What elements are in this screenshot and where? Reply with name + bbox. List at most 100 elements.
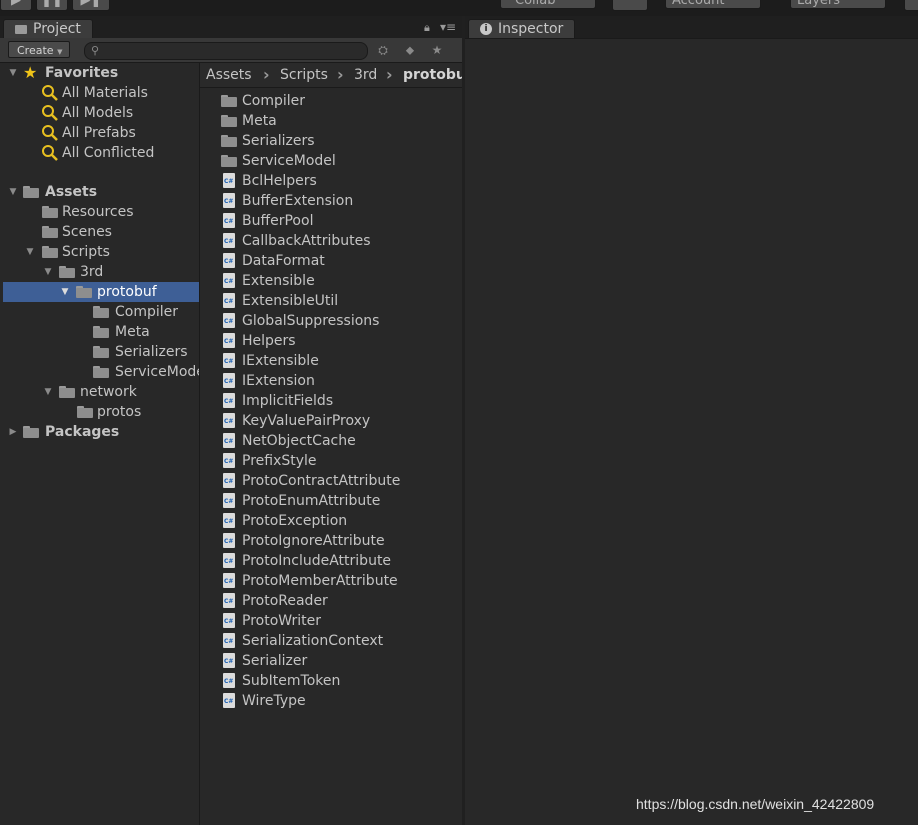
list-item-script[interactable]: IExtensible <box>200 351 462 371</box>
list-item-script[interactable]: BufferPool <box>200 211 462 231</box>
tree-item-scenes[interactable]: Scenes <box>0 222 199 242</box>
tree-item-resources[interactable]: Resources <box>0 202 199 222</box>
search-input[interactable]: ⚲ <box>84 42 368 60</box>
list-item-folder[interactable]: Serializers <box>200 131 462 151</box>
list-item-script[interactable]: ProtoReader <box>200 591 462 611</box>
expand-arrow-icon[interactable]: ▼ <box>60 282 70 302</box>
list-item-folder[interactable]: ServiceModel <box>200 151 462 171</box>
list-item-script[interactable]: SerializationContext <box>200 631 462 651</box>
list-item-script[interactable]: Serializer <box>200 651 462 671</box>
tree-item-all-prefabs[interactable]: All Prefabs <box>0 123 199 143</box>
tree-item-scripts[interactable]: ▼ Scripts <box>0 242 199 262</box>
csharp-script-icon <box>223 213 235 228</box>
collapse-arrow-icon[interactable]: ▶ <box>8 422 18 442</box>
list-item-script[interactable]: ImplicitFields <box>200 391 462 411</box>
inspector-tabstrip: i Inspector <box>465 16 918 39</box>
step-button[interactable]: ▶❚ <box>72 0 110 11</box>
folder-icon <box>59 266 75 278</box>
tree-item-protobuf[interactable]: ▼ protobuf <box>3 282 199 302</box>
favorite-icon[interactable]: ★ <box>426 42 448 58</box>
list-item-script[interactable]: SubItemToken <box>200 671 462 691</box>
list-item-script[interactable]: DataFormat <box>200 251 462 271</box>
filter-by-label-icon[interactable]: ⬥ <box>399 42 421 58</box>
list-item-script[interactable]: IExtension <box>200 371 462 391</box>
list-item-label: BclHelpers <box>242 173 317 189</box>
account-label: Account <box>672 0 725 8</box>
csharp-script-icon <box>223 313 235 328</box>
tree-item-assets[interactable]: ▼ Assets <box>0 182 199 202</box>
list-item-script[interactable]: WireType <box>200 691 462 711</box>
breadcrumb-separator-icon: › <box>263 65 270 84</box>
folder-icon <box>23 186 39 198</box>
list-item-script[interactable]: BclHelpers <box>200 171 462 191</box>
list-item-script[interactable]: CallbackAttributes <box>200 231 462 251</box>
account-dropdown[interactable]: Account <box>665 0 761 9</box>
tree-item-all-conflicted[interactable]: All Conflicted <box>0 143 199 163</box>
layers-dropdown[interactable]: Layers <box>790 0 886 9</box>
csharp-script-icon <box>223 533 235 548</box>
breadcrumb-item[interactable]: Assets <box>206 65 252 85</box>
list-item-script[interactable]: ExtensibleUtil <box>200 291 462 311</box>
list-item-script[interactable]: ProtoEnumAttribute <box>200 491 462 511</box>
collab-dropdown[interactable]: Collab <box>500 0 596 9</box>
tree-item-serializers[interactable]: Serializers <box>0 342 199 362</box>
breadcrumb-item[interactable]: protobuf <box>403 65 462 85</box>
expand-arrow-icon[interactable]: ▼ <box>8 182 18 202</box>
list-item-script[interactable]: KeyValuePairProxy <box>200 411 462 431</box>
folder-tree: ▼ ★ Favorites All Materials All Models A… <box>0 63 200 825</box>
menu-icon[interactable]: ▾≡ <box>440 20 456 34</box>
list-item-script[interactable]: BufferExtension <box>200 191 462 211</box>
collab-label: Collab <box>515 0 556 8</box>
list-item-script[interactable]: ProtoWriter <box>200 611 462 631</box>
breadcrumb-item[interactable]: 3rd <box>354 65 377 85</box>
tree-item-compiler[interactable]: Compiler <box>0 302 199 322</box>
search-icon <box>42 145 58 161</box>
list-item-script[interactable]: ProtoException <box>200 511 462 531</box>
tree-item-favorites[interactable]: ▼ ★ Favorites <box>0 63 199 83</box>
tab-inspector[interactable]: i Inspector <box>468 19 575 39</box>
list-item-script[interactable]: Helpers <box>200 331 462 351</box>
list-item-script[interactable]: PrefixStyle <box>200 451 462 471</box>
tree-item-servicemodel[interactable]: ServiceModel <box>0 362 199 382</box>
csharp-script-icon <box>223 333 235 348</box>
tab-project[interactable]: Project <box>3 19 93 39</box>
lock-icon[interactable]: 🔒︎ <box>424 21 430 35</box>
tree-item-label: All Models <box>62 105 134 121</box>
list-item-folder[interactable]: Meta <box>200 111 462 131</box>
create-button[interactable]: Create ▼ <box>8 41 70 58</box>
tree-item-protos[interactable]: protos <box>0 402 199 422</box>
csharp-script-icon <box>223 513 235 528</box>
breadcrumb-item[interactable]: Scripts <box>280 65 328 85</box>
pause-button[interactable]: ❚❚ <box>36 0 68 11</box>
expand-arrow-icon[interactable]: ▼ <box>43 262 53 282</box>
list-item-label: PrefixStyle <box>242 453 317 469</box>
list-item-label: SerializationContext <box>242 633 384 649</box>
tree-item-meta[interactable]: Meta <box>0 322 199 342</box>
list-item-script[interactable]: Extensible <box>200 271 462 291</box>
star-icon: ★ <box>23 63 38 82</box>
expand-arrow-icon[interactable]: ▼ <box>25 242 35 262</box>
list-item-folder[interactable]: Compiler <box>200 91 462 111</box>
tree-item-3rd[interactable]: ▼ 3rd <box>0 262 199 282</box>
csharp-script-icon <box>223 553 235 568</box>
play-button[interactable]: ▶ <box>0 0 32 11</box>
tree-item-all-models[interactable]: All Models <box>0 103 199 123</box>
search-icon: ⚲ <box>91 44 100 57</box>
tree-item-packages[interactable]: ▶ Packages <box>0 422 199 442</box>
list-item-script[interactable]: NetObjectCache <box>200 431 462 451</box>
tree-item-all-materials[interactable]: All Materials <box>0 83 199 103</box>
cloud-button[interactable] <box>612 0 648 11</box>
folder-icon <box>221 115 237 127</box>
layout-dropdown[interactable] <box>904 0 918 11</box>
expand-arrow-icon[interactable]: ▼ <box>43 382 53 402</box>
list-item-script[interactable]: ProtoMemberAttribute <box>200 571 462 591</box>
project-toolbar: Create ▼ ⚲ ⛭ ⬥ ★ <box>0 38 462 63</box>
filter-by-type-icon[interactable]: ⛭ <box>372 42 394 58</box>
csharp-script-icon <box>223 413 235 428</box>
list-item-script[interactable]: ProtoContractAttribute <box>200 471 462 491</box>
list-item-script[interactable]: ProtoIncludeAttribute <box>200 551 462 571</box>
expand-arrow-icon[interactable]: ▼ <box>8 63 18 83</box>
list-item-script[interactable]: ProtoIgnoreAttribute <box>200 531 462 551</box>
list-item-script[interactable]: GlobalSuppressions <box>200 311 462 331</box>
tree-item-network[interactable]: ▼ network <box>0 382 199 402</box>
